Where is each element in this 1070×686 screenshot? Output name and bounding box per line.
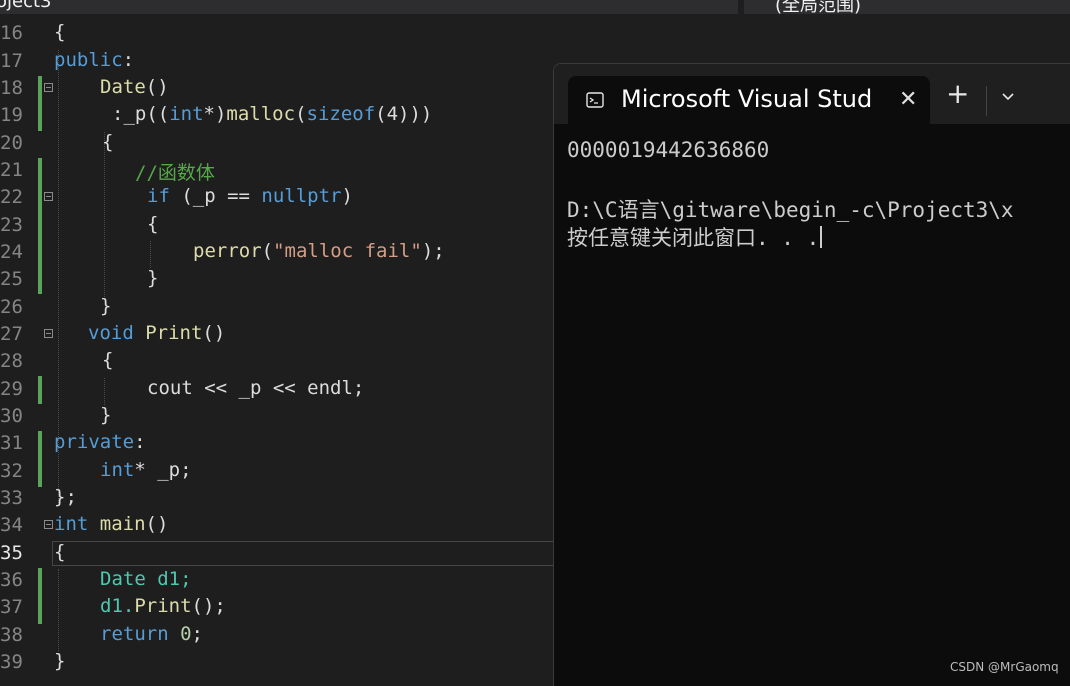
indent-guide: [104, 378, 105, 405]
line-number: 18: [0, 77, 23, 99]
close-icon[interactable]: ✕: [899, 87, 917, 112]
line-number: 39: [0, 651, 23, 673]
current-line-highlight: [52, 541, 554, 566]
watermark: CSDN @MrGaomq: [950, 660, 1059, 674]
collapse-icon[interactable]: [44, 83, 53, 92]
indent-guide: [150, 241, 151, 268]
terminal-output-line: D:\C语言\gitware\begin_-c\Project3\x: [567, 198, 1014, 222]
divider: [986, 86, 987, 116]
code-line[interactable]: //函数体: [135, 158, 215, 185]
project-title[interactable]: oject3: [0, 0, 52, 12]
code-line[interactable]: if (_p == nullptr): [147, 185, 353, 207]
editor-top-bar: oject3 (全局范围): [0, 0, 1070, 14]
line-number: 38: [0, 624, 23, 646]
plus-icon[interactable]: +: [946, 80, 969, 108]
terminal-tab[interactable]: Microsoft Visual Stud ✕: [568, 76, 930, 124]
code-line[interactable]: void Print(): [88, 322, 225, 344]
collapse-icon[interactable]: [44, 520, 53, 529]
code-line[interactable]: {: [102, 349, 113, 371]
code-line[interactable]: public:: [54, 49, 134, 71]
modified-indicator: [38, 568, 42, 624]
code-line[interactable]: }: [54, 650, 65, 672]
terminal-icon: [586, 92, 604, 108]
modified-indicator: [38, 376, 42, 404]
terminal-tab-bar: Microsoft Visual Stud ✕ +: [554, 64, 1070, 124]
line-number: 27: [0, 323, 23, 345]
code-line[interactable]: perror("malloc fail");: [193, 240, 445, 262]
code-line[interactable]: }: [100, 404, 111, 426]
indent-guide: [104, 132, 105, 297]
scope-dropdown[interactable]: (全局范围): [775, 0, 861, 14]
code-line[interactable]: {: [147, 213, 158, 235]
line-number: 36: [0, 569, 23, 591]
code-line[interactable]: int* _p;: [100, 459, 192, 481]
text-cursor: [820, 226, 823, 248]
line-number: 37: [0, 596, 23, 618]
code-line[interactable]: d1.Print();: [100, 595, 226, 617]
collapse-icon[interactable]: [44, 192, 53, 201]
terminal-output-line: 按任意键关闭此窗口. . .: [567, 222, 823, 252]
line-number: 33: [0, 487, 23, 509]
line-number: 34: [0, 514, 23, 536]
terminal-window[interactable]: Microsoft Visual Stud ✕ + 00000194426368…: [553, 63, 1070, 686]
modified-indicator: [38, 76, 42, 131]
modified-indicator: [38, 431, 42, 487]
line-number: 25: [0, 268, 23, 290]
line-number: 19: [0, 104, 23, 126]
line-number: 29: [0, 378, 23, 400]
code-line[interactable]: private:: [54, 431, 146, 453]
collapse-icon[interactable]: [44, 329, 53, 338]
line-number-current: 35: [0, 542, 23, 564]
code-line[interactable]: int main(): [54, 513, 168, 535]
modified-indicator: [38, 158, 42, 294]
code-line[interactable]: :_p((int*)malloc(sizeof(4))): [112, 103, 432, 125]
code-line[interactable]: cout << _p << endl;: [147, 377, 364, 399]
terminal-output-line: 0000019442636860: [567, 138, 770, 162]
code-line[interactable]: return 0;: [100, 623, 203, 645]
code-line[interactable]: Date(): [100, 76, 169, 98]
line-number: 22: [0, 186, 23, 208]
code-line[interactable]: {: [54, 541, 65, 563]
code-line[interactable]: {: [54, 21, 65, 43]
line-number: 16: [0, 22, 23, 44]
terminal-tab-title: Microsoft Visual Stud: [621, 85, 873, 113]
code-line[interactable]: Date d1;: [100, 568, 192, 590]
line-number: 21: [0, 159, 23, 181]
line-number: 20: [0, 132, 23, 154]
line-number: 30: [0, 405, 23, 427]
code-line[interactable]: }: [147, 267, 158, 289]
line-number: 31: [0, 432, 23, 454]
code-line[interactable]: }: [100, 295, 111, 317]
chevron-down-icon[interactable]: [1000, 88, 1016, 104]
line-number: 17: [0, 50, 23, 72]
code-line[interactable]: };: [54, 486, 77, 508]
line-number: 28: [0, 350, 23, 372]
line-number: 26: [0, 296, 23, 318]
divider: [738, 0, 744, 14]
line-number: 24: [0, 241, 23, 263]
indent-guide: [58, 569, 59, 651]
line-number: 32: [0, 460, 23, 482]
line-number: 23: [0, 214, 23, 236]
code-line[interactable]: {: [102, 131, 113, 153]
